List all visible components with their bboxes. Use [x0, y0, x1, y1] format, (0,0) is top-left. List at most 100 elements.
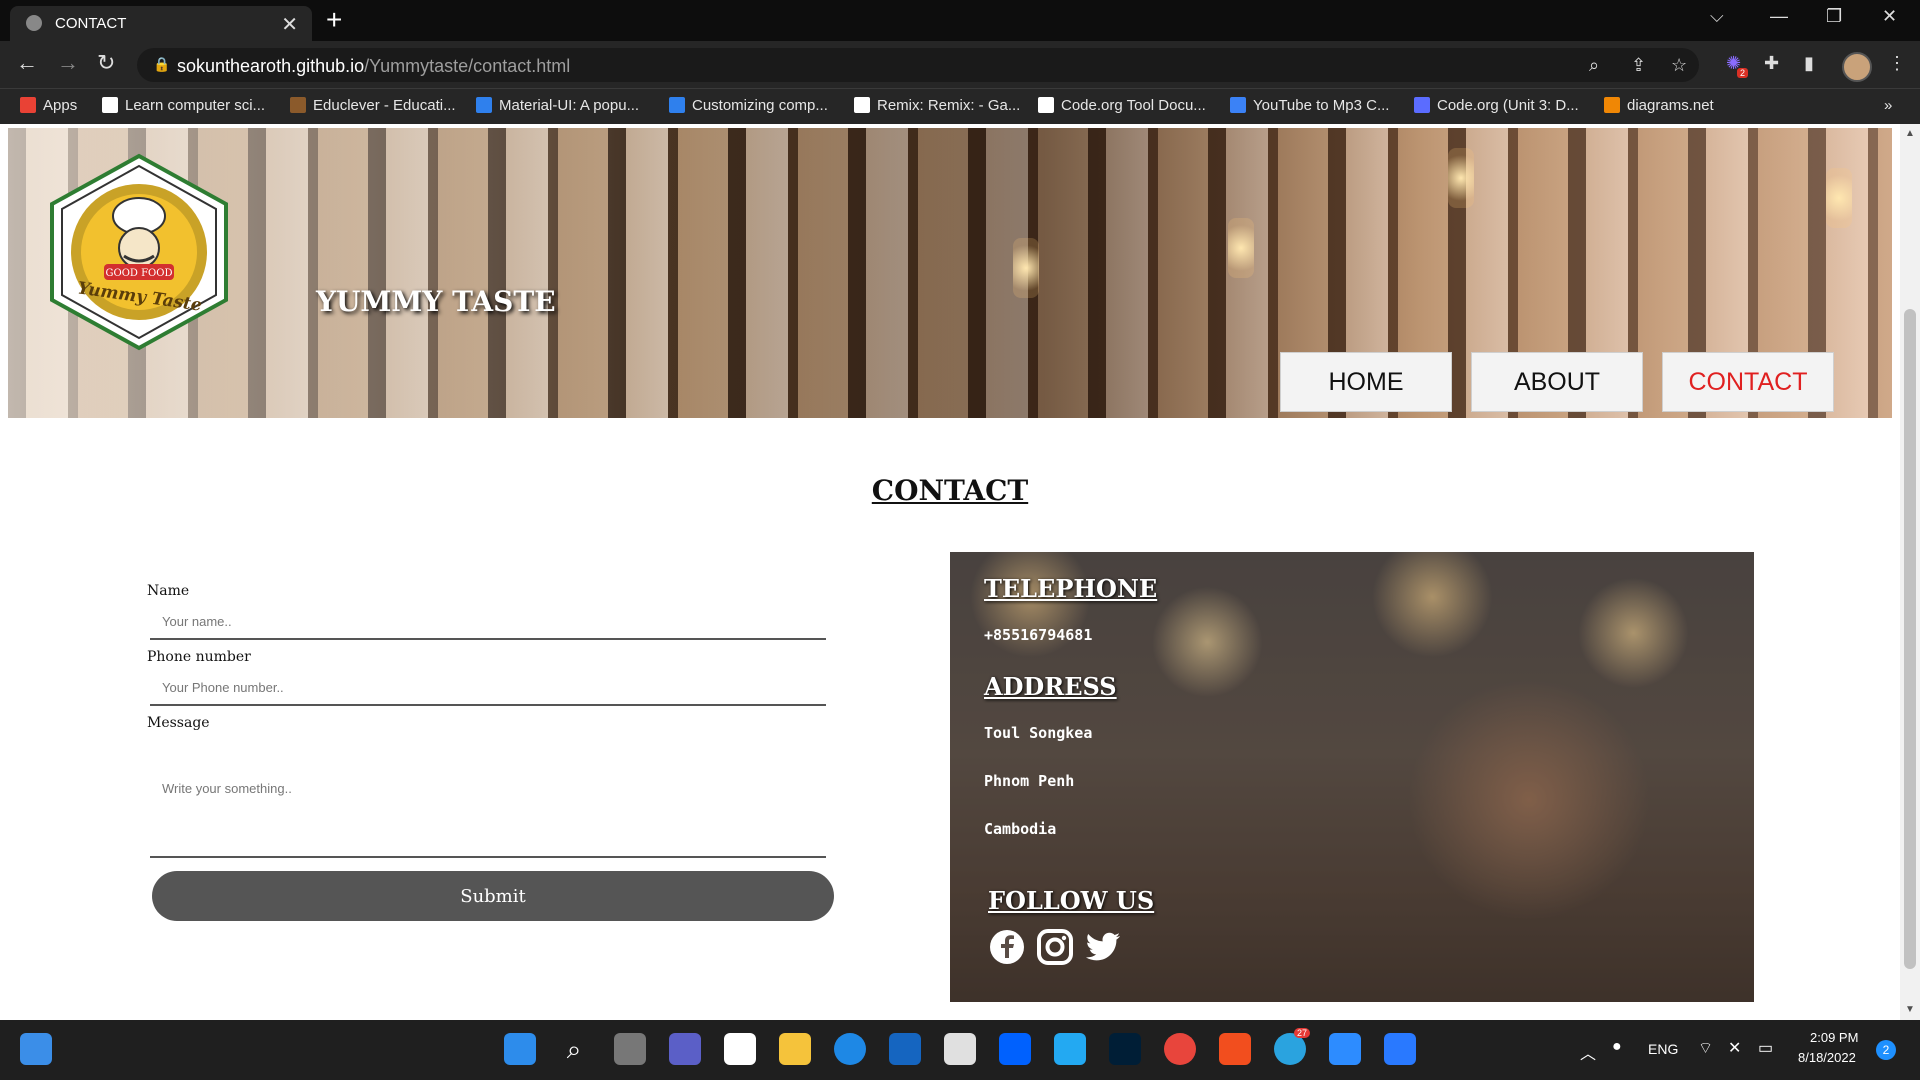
- language-indicator[interactable]: ENG: [1648, 1041, 1678, 1057]
- restore-button[interactable]: ❐: [1826, 6, 1842, 27]
- bookmark-favicon-icon: [1604, 97, 1620, 113]
- battery-icon[interactable]: ▭: [1758, 1038, 1773, 1058]
- side-panel-icon[interactable]: ▮: [1804, 53, 1814, 74]
- address-bar[interactable]: 🔒 sokunthearoth.github.io/Yummytaste/con…: [137, 48, 1699, 82]
- scroll-down-icon[interactable]: ▼: [1905, 1004, 1915, 1015]
- widgets-icon[interactable]: [20, 1033, 52, 1065]
- browser-toolbar: ← → ↻ 🔒 sokunthearoth.github.io/Yummytas…: [0, 41, 1920, 88]
- dropbox-icon[interactable]: [999, 1033, 1031, 1065]
- extension-badge: 2: [1737, 68, 1749, 78]
- hero-banner: GOOD FOOD Yummy Taste YUMMY TASTE HOME A…: [8, 128, 1892, 418]
- nav-about[interactable]: ABOUT: [1471, 352, 1643, 412]
- minimize-button[interactable]: —: [1770, 6, 1788, 27]
- site-logo[interactable]: GOOD FOOD Yummy Taste: [44, 152, 234, 352]
- bookmark-item[interactable]: Code.org (Unit 3: D...: [1414, 97, 1579, 114]
- scrollbar-thumb[interactable]: [1904, 309, 1916, 969]
- twitter-icon[interactable]: [1084, 928, 1122, 966]
- vscode-icon[interactable]: [1054, 1033, 1086, 1065]
- teams-chat-icon[interactable]: [669, 1033, 701, 1065]
- bookmark-item[interactable]: Code.org Tool Docu...: [1038, 97, 1206, 114]
- telephone-title: TELEPHONE: [984, 574, 1158, 603]
- clock-time[interactable]: 2:09 PM: [1810, 1030, 1858, 1045]
- bookmark-item[interactable]: Material-UI: A popu...: [476, 97, 639, 114]
- apps-grid-icon: [20, 97, 36, 113]
- bookmark-item[interactable]: Customizing comp...: [669, 97, 828, 114]
- bookmark-item[interactable]: YouTube to Mp3 C...: [1230, 97, 1389, 114]
- tab-search-icon[interactable]: ⌵: [1710, 6, 1724, 27]
- submit-button[interactable]: Submit: [152, 871, 834, 921]
- facebook-icon[interactable]: [988, 928, 1026, 966]
- start-icon[interactable]: [504, 1033, 536, 1065]
- figma-icon[interactable]: [1219, 1033, 1251, 1065]
- bookmark-item[interactable]: Learn computer sci...: [102, 97, 265, 114]
- notification-badge[interactable]: 2: [1876, 1040, 1896, 1060]
- avatar[interactable]: [1842, 52, 1872, 82]
- address-title: ADDRESS: [984, 672, 1117, 701]
- tab-contact[interactable]: CONTACT ✕: [10, 6, 312, 41]
- page-title: CONTACT: [871, 474, 1029, 507]
- lock-icon[interactable]: 🔒: [153, 56, 170, 73]
- bookmark-favicon-icon: [854, 97, 870, 113]
- globe-icon: [26, 15, 42, 31]
- bookmark-item[interactable]: diagrams.net: [1604, 97, 1714, 114]
- tray-chevron-icon[interactable]: ︿: [1580, 1040, 1596, 1064]
- clock-date[interactable]: 8/18/2022: [1798, 1050, 1856, 1065]
- photoshop-icon[interactable]: [1109, 1033, 1141, 1065]
- close-window-button[interactable]: ✕: [1882, 6, 1897, 27]
- bookmark-item[interactable]: Educlever - Educati...: [290, 97, 456, 114]
- bookmarks-bar: Apps Learn computer sci... Educlever - E…: [0, 88, 1920, 124]
- reload-button[interactable]: ↻: [97, 50, 115, 76]
- name-input[interactable]: [150, 604, 826, 640]
- notepad-icon[interactable]: [1384, 1033, 1416, 1065]
- share-icon[interactable]: ⇪: [1631, 55, 1646, 76]
- scroll-up-icon[interactable]: ▲: [1905, 128, 1915, 139]
- volume-muted-icon[interactable]: ✕: [1728, 1038, 1741, 1058]
- bookmark-favicon-icon: [1414, 97, 1430, 113]
- puzzle-icon[interactable]: ✚: [1764, 53, 1779, 74]
- phone-input[interactable]: [150, 670, 826, 706]
- telephone-number: +85516794681: [984, 626, 1093, 644]
- search-icon[interactable]: ⌕: [558, 1033, 590, 1065]
- url-text: sokunthearoth.github.io/Yummytaste/conta…: [177, 56, 571, 76]
- zoom-app-icon[interactable]: [1329, 1033, 1361, 1065]
- store-icon[interactable]: [944, 1033, 976, 1065]
- tab-strip: CONTACT ✕ + ⌵ — ❐ ✕: [0, 0, 1920, 41]
- menu-icon[interactable]: ⋮: [1888, 53, 1906, 74]
- message-input[interactable]: [150, 736, 826, 858]
- bookmark-item[interactable]: Remix: Remix: - Ga...: [854, 97, 1020, 114]
- contact-info-panel: TELEPHONE +85516794681 ADDRESS Toul Song…: [950, 552, 1754, 1002]
- nav-contact[interactable]: CONTACT: [1662, 352, 1834, 412]
- booking-icon[interactable]: [889, 1033, 921, 1065]
- bookmark-favicon-icon: [1230, 97, 1246, 113]
- bookmark-favicon-icon: [290, 97, 306, 113]
- tray-app-icon[interactable]: ●: [1612, 1038, 1622, 1056]
- forward-button[interactable]: →: [57, 50, 79, 76]
- chrome-icon[interactable]: [1164, 1033, 1196, 1065]
- task-view-icon[interactable]: [614, 1033, 646, 1065]
- address-line: Cambodia: [984, 820, 1057, 838]
- svg-text:GOOD FOOD: GOOD FOOD: [106, 268, 173, 279]
- address-line: Toul Songkea: [984, 724, 1093, 742]
- brand-name: YUMMY TASTE: [316, 285, 556, 318]
- telegram-badge: 27: [1294, 1028, 1311, 1038]
- bookmark-star-icon[interactable]: ☆: [1671, 55, 1687, 76]
- back-button[interactable]: ←: [16, 50, 38, 76]
- bookmark-apps[interactable]: Apps: [20, 97, 77, 114]
- edge-icon[interactable]: [834, 1033, 866, 1065]
- bookmark-favicon-icon: [102, 97, 118, 113]
- wifi-icon[interactable]: ⌔: [1698, 1038, 1713, 1058]
- file-explorer-icon[interactable]: [779, 1033, 811, 1065]
- message-label: Message: [147, 715, 210, 731]
- bookmark-favicon-icon: [476, 97, 492, 113]
- instagram-icon[interactable]: [1036, 928, 1074, 966]
- amazon-icon[interactable]: [724, 1033, 756, 1065]
- bookmark-favicon-icon: [1038, 97, 1054, 113]
- page-scrollbar[interactable]: ▲ ▼: [1900, 124, 1920, 1020]
- tab-title: CONTACT: [55, 15, 127, 32]
- close-tab-icon[interactable]: ✕: [281, 12, 298, 37]
- new-tab-button[interactable]: +: [326, 4, 342, 36]
- nav-home[interactable]: HOME: [1280, 352, 1452, 412]
- zoom-icon[interactable]: ⌕: [1589, 55, 1599, 76]
- bookmarks-overflow-icon[interactable]: »: [1884, 97, 1892, 114]
- bookmark-favicon-icon: [669, 97, 685, 113]
